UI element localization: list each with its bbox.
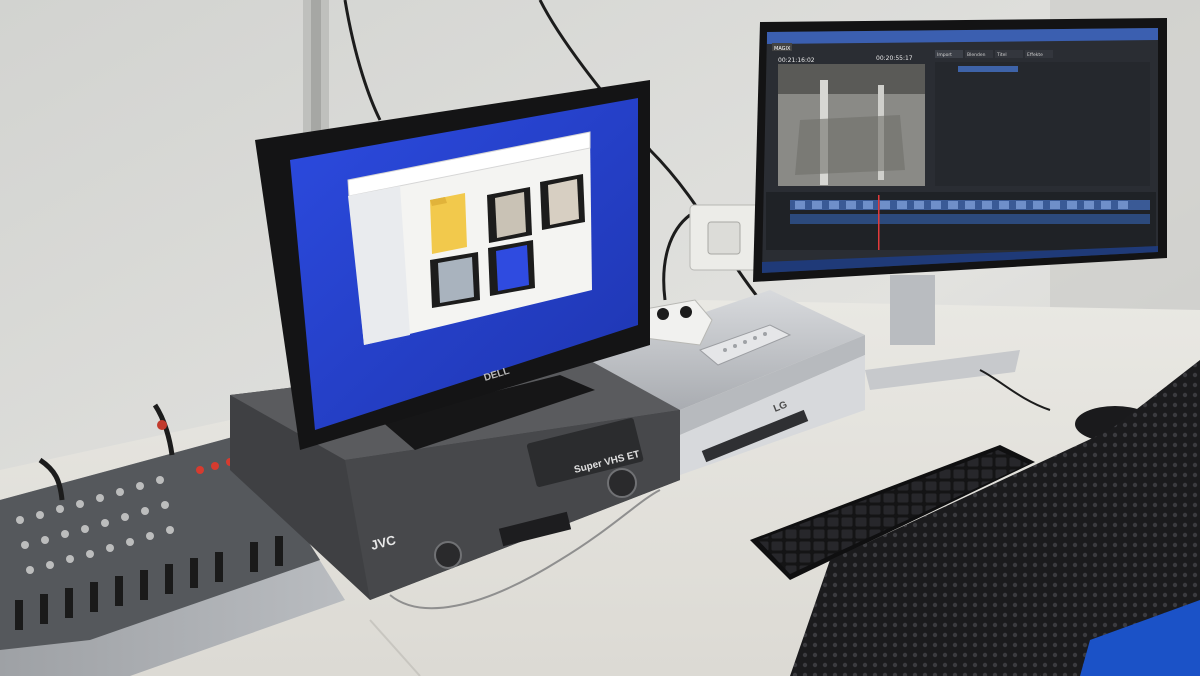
scene-svg: Super VHS ET JVC LG DELL MAGIX 00:21:16:…	[0, 0, 1200, 676]
video-thumb-icon[interactable]	[540, 174, 585, 230]
svg-text:Import: Import	[937, 52, 952, 58]
timecode-left: 00:21:16:02	[778, 57, 815, 64]
video-thumb-icon[interactable]	[430, 252, 480, 308]
folder-icon[interactable]	[430, 193, 467, 254]
photo-scene: Super VHS ET JVC LG DELL MAGIX 00:21:16:…	[0, 0, 1200, 676]
video-thumb-icon[interactable]	[488, 240, 535, 296]
svg-text:Effekte: Effekte	[1027, 52, 1043, 58]
svg-text:Blenden: Blenden	[967, 52, 986, 58]
video-thumb-icon[interactable]	[487, 187, 532, 243]
svg-text:Titel: Titel	[996, 52, 1007, 58]
app-badge-label: MAGIX	[774, 46, 791, 52]
timeline	[766, 192, 1156, 250]
media-panel	[935, 62, 1150, 186]
vcr-jog-dial	[607, 468, 637, 498]
timecode-right: 00:20:55:17	[876, 55, 913, 62]
